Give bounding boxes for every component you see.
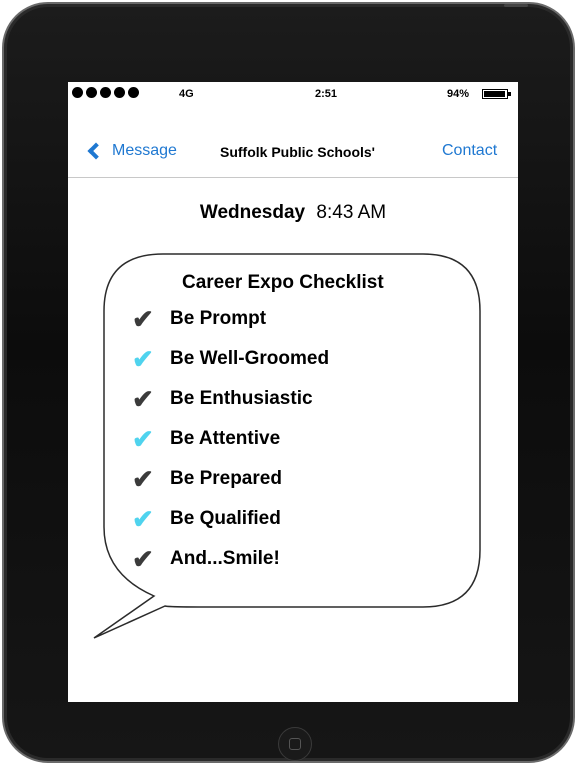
checklist-item: ✔ Be Attentive <box>132 426 280 452</box>
home-button[interactable] <box>278 727 312 761</box>
screen: 4G 2:51 94% Message Suffolk Public Schoo… <box>68 82 518 702</box>
checkmark-icon: ✔ <box>132 384 154 414</box>
checkmark-icon: ✔ <box>132 424 154 454</box>
checkmark-icon: ✔ <box>132 544 154 574</box>
checkmark-icon: ✔ <box>132 304 154 334</box>
checklist-item-label: And...Smile! <box>170 548 280 569</box>
checklist-item-label: Be Prompt <box>170 308 267 329</box>
checklist-item-label: Be Well-Groomed <box>170 348 330 369</box>
checklist-item: ✔ And...Smile! <box>132 546 280 572</box>
checklist-item: ✔ Be Qualified <box>132 506 281 532</box>
checklist-item-label: Be Qualified <box>170 508 281 529</box>
tablet-frame: 4G 2:51 94% Message Suffolk Public Schoo… <box>2 2 575 763</box>
checklist-item-label: Be Prepared <box>170 468 282 489</box>
checklist-title: Career Expo Checklist <box>182 272 384 293</box>
checklist-item: ✔ Be Well-Groomed <box>132 346 329 372</box>
checkmark-icon: ✔ <box>132 344 154 374</box>
checklist-item: ✔ Be Prompt <box>132 306 266 332</box>
checkmark-icon: ✔ <box>132 464 154 494</box>
power-button[interactable] <box>504 4 528 7</box>
home-button-icon <box>289 738 301 750</box>
checkmark-icon: ✔ <box>132 504 154 534</box>
checklist-item: ✔ Be Enthusiastic <box>132 386 313 412</box>
checklist-item: ✔ Be Prepared <box>132 466 282 492</box>
checklist-item-label: Be Enthusiastic <box>170 388 313 409</box>
checklist-item-label: Be Attentive <box>170 428 281 449</box>
